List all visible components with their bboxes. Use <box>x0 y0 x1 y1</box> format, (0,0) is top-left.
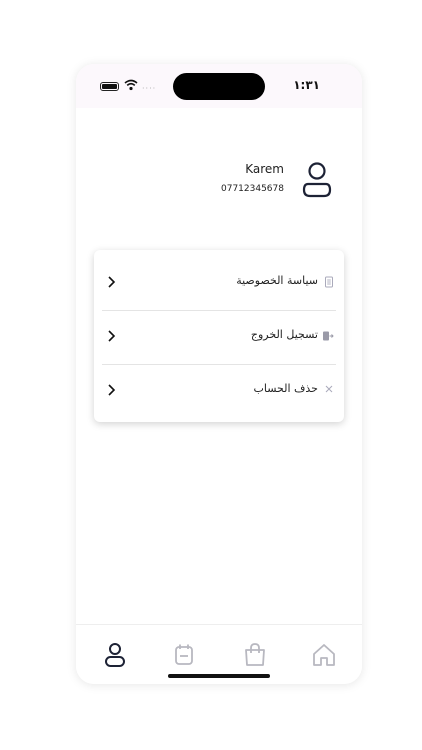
chevron-left-icon <box>108 384 116 396</box>
logout-icon <box>323 331 334 341</box>
tab-orders-calendar-icon[interactable] <box>170 641 198 669</box>
profile-phone: 07712345678 <box>221 184 284 194</box>
home-indicator[interactable] <box>168 674 270 678</box>
tab-home-icon[interactable] <box>310 641 338 669</box>
close-icon <box>325 385 333 393</box>
menu-item-logout[interactable]: تسجيل الخروج <box>102 310 336 363</box>
profile-name: Karem <box>245 162 284 176</box>
dynamic-island <box>173 73 265 100</box>
menu-item-label: تسجيل الخروج <box>250 328 318 341</box>
chevron-left-icon <box>108 276 116 288</box>
user-icon <box>302 162 332 198</box>
battery-icon <box>100 82 119 91</box>
phone-screen: ···· ١:٣١ Karem 07712345678 سياسة الخصوص… <box>76 64 362 684</box>
menu-item-label: حذف الحساب <box>253 382 318 395</box>
wifi-icon <box>124 79 138 91</box>
tab-profile-user-icon[interactable] <box>101 641 129 669</box>
settings-menu: سياسة الخصوصية تسجيل الخروج حذف الحساب <box>94 250 344 422</box>
status-bar: ···· ١:٣١ <box>76 64 362 108</box>
document-icon <box>325 276 333 288</box>
menu-item-delete-account[interactable]: حذف الحساب <box>102 364 336 417</box>
chevron-left-icon <box>108 330 116 342</box>
status-time: ١:٣١ <box>293 78 320 92</box>
signal-indicator: ···· <box>142 84 157 93</box>
tab-cart-shopping-bag-icon[interactable] <box>241 641 269 669</box>
menu-item-label: سياسة الخصوصية <box>236 274 318 287</box>
profile-header: Karem 07712345678 <box>76 156 362 206</box>
menu-item-privacy-policy[interactable]: سياسة الخصوصية <box>102 256 336 309</box>
